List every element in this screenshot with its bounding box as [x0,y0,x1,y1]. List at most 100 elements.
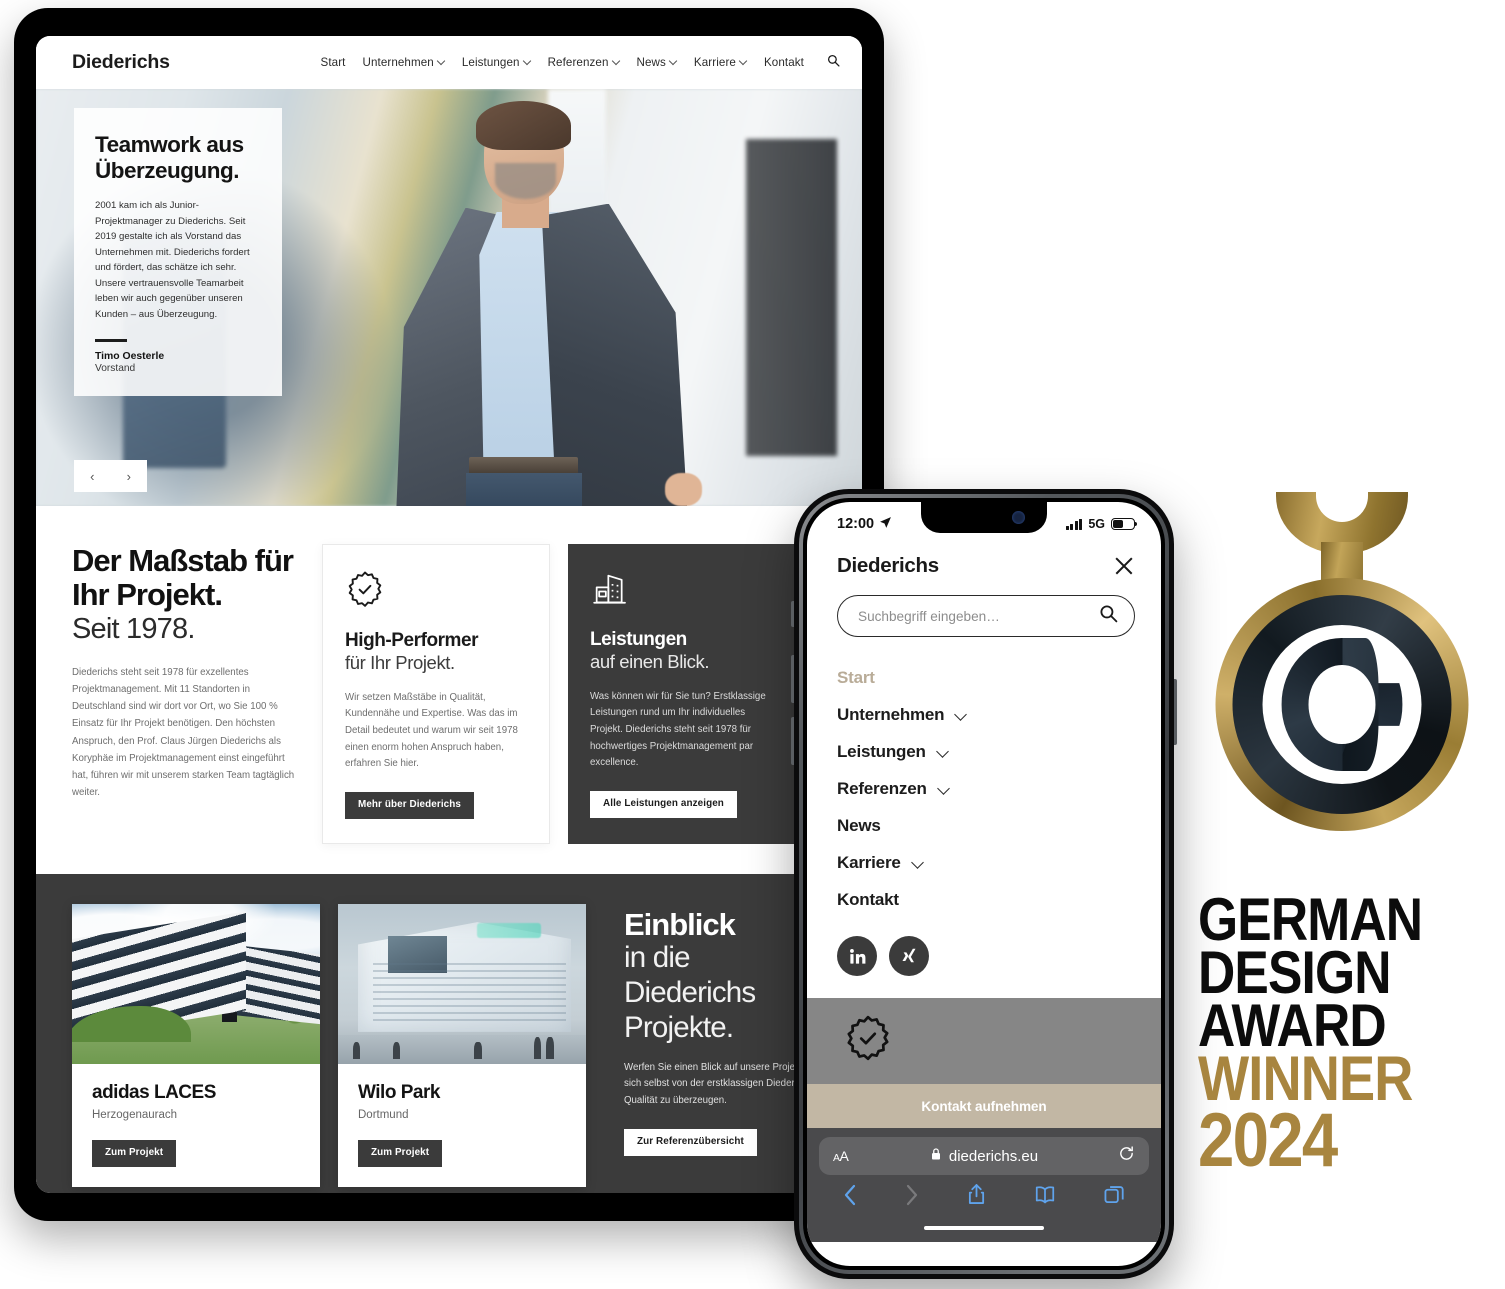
nav-item-karriere[interactable]: Karriere [694,56,747,69]
safari-url-center: diederichs.eu [819,1147,1149,1165]
card-body: Was können wir für Sie tun? Erstklassige… [590,690,766,769]
phone-mute-switch[interactable] [791,601,794,627]
project-location: Dortmund [358,1108,409,1121]
person-jeans [465,473,582,506]
social-links [807,918,1161,976]
nav-label: Referenzen [547,56,609,69]
photo-wilo-signage [476,923,542,938]
menu-label: Kontakt [837,889,899,909]
search-input[interactable] [858,608,1099,624]
mobile-menu-item-leistungen[interactable]: Leistungen [837,733,1131,770]
mobile-menu-item-start[interactable]: Start [837,659,1131,696]
primary-nav: Start Unternehmen Leistungen Referenzen … [321,54,841,72]
phone-power-button[interactable] [1174,679,1177,745]
nav-label: Start [320,56,346,69]
chevron-down-icon [613,58,620,65]
photo-pedestrian [474,1041,482,1060]
einblick-cta-button[interactable]: Zur Referenzübersicht [624,1128,757,1156]
hero-carousel-controls: ‹ › [74,460,147,492]
einblick-sub-line3: Projekte. [624,1010,734,1044]
menu-label: Leistungen [837,741,926,761]
project-title: adidas LACES [92,1081,216,1103]
project-cta-button[interactable]: Zum Projekt [92,1139,177,1167]
search-icon[interactable] [827,54,840,72]
phone-volume-down-button[interactable] [791,717,794,765]
hero-person-name: Timo Oesterle [95,350,165,362]
close-icon[interactable] [1113,555,1135,577]
card-title: High-Performer [345,630,479,651]
carousel-next-button[interactable]: › [127,470,131,483]
project-image-adidas [72,903,320,1064]
intro-body: Diederichs steht seit 1978 für exzellent… [72,666,295,799]
nav-item-kontakt[interactable]: Kontakt [764,56,804,69]
search-field-wrapper[interactable] [837,595,1135,637]
mobile-menu-item-referenzen[interactable]: Referenzen [837,770,1131,807]
signal-bars-icon [1065,518,1083,530]
card-body: Wir setzen Maßstäbe in Qualität, Kundenn… [345,691,518,770]
linkedin-icon[interactable] [837,936,877,976]
phone-device: 12:00 5G Diederichs Suchbegriff eingeben… [791,489,1177,1279]
book-icon[interactable] [1034,1185,1056,1208]
hero-title-line2: Überzeugung. [95,158,240,184]
card-cta-button[interactable]: Alle Leistungen anzeigen [590,791,737,818]
share-icon[interactable] [967,1183,986,1210]
menu-label: News [837,815,881,835]
contact-cta-bar[interactable]: Kontakt aufnehmen [807,1084,1161,1128]
hero-slider: Teamwork aus Überzeugung. 2001 kam ich a… [36,89,862,506]
nav-item-news[interactable]: News [637,56,677,69]
card-leistungen[interactable]: Leistungen auf einen Blick. Was können w… [568,544,796,844]
projects-section: adidas LACES Herzogenaurach Zum Projekt [36,873,862,1193]
location-arrow-icon [879,516,892,533]
chevron-down-icon [912,857,923,868]
intro-subheading: Seit 1978. [72,613,195,646]
network-label: 5G [1088,517,1105,531]
badge-check-icon [345,570,385,610]
project-cta-button[interactable]: Zum Projekt [358,1139,443,1167]
nav-item-unternehmen[interactable]: Unternehmen [362,56,444,69]
chevron-down-icon [438,58,445,65]
project-body: Wilo Park Dortmund Zum Projekt [338,1064,586,1187]
safari-address-bar[interactable]: AA diederichs.eu [819,1137,1149,1175]
phone-volume-up-button[interactable] [791,655,794,703]
card-cta-button[interactable]: Mehr über Diederichs [345,792,474,819]
chevron-left-icon[interactable] [843,1184,857,1210]
tabs-icon[interactable] [1104,1184,1125,1209]
hero-person [375,97,738,506]
intro-column: Der Maßstab für Ihr Projekt. Seit 1978. … [72,543,322,844]
hero-title: Teamwork aus Überzeugung. [95,132,261,184]
project-card-adidas[interactable]: adidas LACES Herzogenaurach Zum Projekt [72,903,320,1187]
photo-pedestrian [533,1036,542,1060]
chevron-down-icon [740,58,747,65]
carousel-prev-button[interactable]: ‹ [90,470,94,483]
tablet-screen: Diederichs Start Unternehmen Leistungen … [36,36,862,1193]
nav-item-referenzen[interactable]: Referenzen [548,56,620,69]
hero-quote-text: 2001 kam ich als Junior-Projektmanager z… [95,200,250,320]
mobile-menu-item-news[interactable]: News [837,807,1131,844]
nav-item-leistungen[interactable]: Leistungen [462,56,531,69]
mobile-logo[interactable]: Diederichs [837,554,939,578]
card-subtitle: für Ihr Projekt. [345,652,455,674]
photo-pedestrian [546,1036,554,1060]
einblick-sub-line1: in die [624,941,691,975]
badge-check-icon [843,1014,893,1064]
site-logo[interactable]: Diederichs [72,51,170,74]
card-title: Leistungen [590,629,687,650]
search-icon[interactable] [1099,604,1118,628]
hero-title-line1: Teamwork aus [95,132,244,157]
chevron-right-icon [905,1184,919,1210]
einblick-sub-line2: Diederichs [624,976,756,1010]
person-hair [476,101,571,151]
mobile-menu-item-kontakt[interactable]: Kontakt [837,881,1131,918]
german-design-award-badge: GERMAN DESIGN AWARD WINNER 2024 [1192,492,1492,1282]
status-bar: 12:00 5G [807,502,1161,540]
hero-doorframe-shape [746,139,838,456]
xing-icon[interactable] [889,936,929,976]
safari-toolbar: AA diederichs.eu [807,1128,1161,1242]
einblick-column: Einblick in die Diederichs Projekte. Wer… [604,904,826,1187]
mobile-menu-item-karriere[interactable]: Karriere [837,844,1131,881]
lock-icon [930,1147,942,1165]
card-high-performer[interactable]: High-Performer für Ihr Projekt. Wir setz… [322,544,550,844]
mobile-menu-item-unternehmen[interactable]: Unternehmen [837,696,1131,733]
nav-item-start[interactable]: Start [321,56,346,69]
project-card-wilo[interactable]: Wilo Park Dortmund Zum Projekt [338,903,586,1187]
